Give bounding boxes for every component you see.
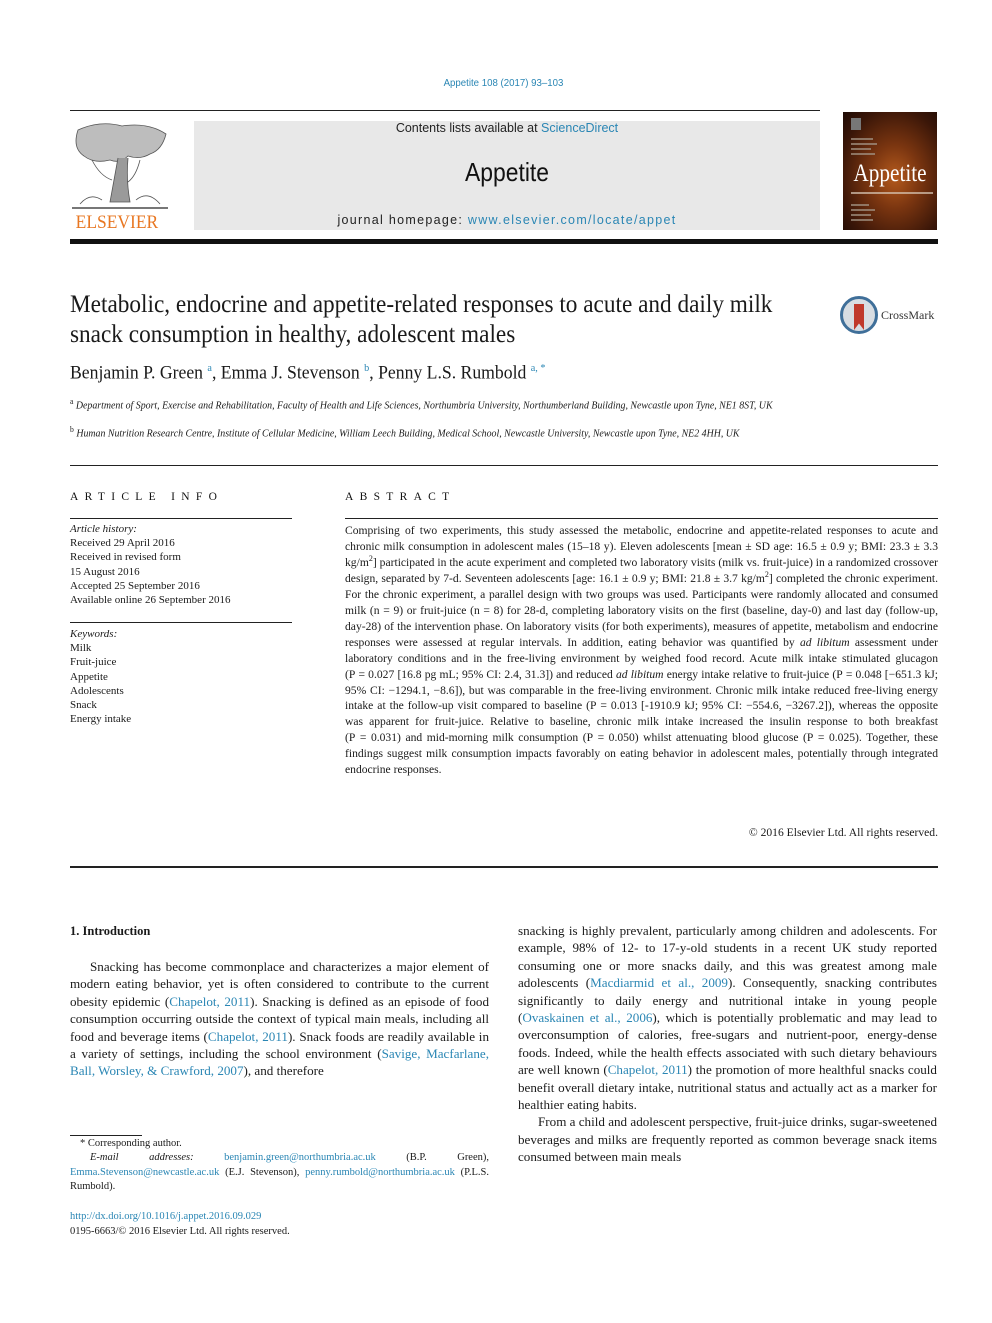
- cover-text-line: [851, 143, 877, 145]
- affiliation-text: Human Nutrition Research Centre, Institu…: [76, 428, 740, 440]
- email-addresses: E-mail addresses: benjamin.green@northum…: [70, 1151, 489, 1194]
- homepage-line: journal homepage: www.elsevier.com/locat…: [194, 213, 820, 227]
- citation-link[interactable]: Ovaskainen et al., 2006: [522, 1010, 652, 1025]
- cover-title: Appetite: [853, 160, 927, 187]
- cover-subtitle-bar: [851, 192, 933, 200]
- affiliation: a Department of Sport, Exercise and Reha…: [70, 395, 800, 413]
- cover-text-line: [851, 209, 875, 211]
- author-name[interactable]: Penny L.S. Rumbold: [378, 362, 526, 383]
- doi-link[interactable]: http://dx.doi.org/10.1016/j.appet.2016.0…: [70, 1211, 261, 1222]
- affiliation-key: a: [70, 397, 74, 406]
- section-rule: [70, 465, 938, 466]
- homepage-prefix: journal homepage:: [337, 213, 468, 227]
- crossmark-icon: [840, 296, 878, 334]
- section-heading-introduction: 1. Introduction: [70, 924, 151, 938]
- affiliation-marker[interactable]: a, *: [531, 362, 546, 374]
- affiliation: b Human Nutrition Research Centre, Insti…: [70, 423, 800, 441]
- email-link[interactable]: penny.rumbold@northumbria.ac.uk: [305, 1167, 455, 1178]
- keyword: Snack: [70, 699, 97, 712]
- corresponding-author-note: * Corresponding author.: [80, 1138, 182, 1149]
- author-name[interactable]: Emma J. Stevenson: [221, 362, 360, 383]
- abstract-emphasis: ad libitum: [615, 667, 664, 681]
- email-link[interactable]: Emma.Stevenson@newcastle.ac.uk: [70, 1167, 219, 1178]
- journal-title: Appetite: [465, 157, 549, 187]
- text-segment: ), and therefore: [243, 1063, 324, 1079]
- citation-link[interactable]: Chapelot, 2011: [608, 1062, 688, 1077]
- history-item: 15 August 2016: [70, 565, 140, 578]
- cover-text-line: [851, 138, 873, 140]
- body-column-left: Snacking has become commonplace and char…: [70, 958, 489, 1080]
- history-label: Article history:: [70, 523, 137, 535]
- journal-homepage-link[interactable]: www.elsevier.com/locate/appet: [468, 213, 677, 227]
- email-link[interactable]: benjamin.green@northumbria.ac.uk: [224, 1152, 376, 1163]
- paragraph: Snacking has become commonplace and char…: [70, 958, 489, 1080]
- cover-text-line: [851, 153, 875, 155]
- keywords-rule: [70, 622, 292, 623]
- article-history: Article history: Received 29 April 2016 …: [70, 522, 292, 607]
- keyword: Energy intake: [70, 713, 132, 726]
- cover-text-line: [851, 204, 869, 206]
- cover-publisher-mark: [851, 118, 861, 130]
- history-item: Available online 26 September 2016: [70, 594, 231, 607]
- article-info-heading: ARTICLE INFO: [70, 491, 224, 503]
- crossmark-button[interactable]: CrossMark: [840, 296, 940, 336]
- abstract-bottom-rule: [70, 866, 938, 868]
- email-owner: (B.P. Green),: [375, 1152, 490, 1164]
- abstract-text: Comprising of two experiments, this stud…: [345, 523, 938, 778]
- paragraph: From a child and adolescent perspective,…: [518, 1114, 937, 1165]
- contents-prefix: Contents lists available at: [395, 121, 542, 135]
- abstract-emphasis: ad libitum: [799, 635, 850, 649]
- sciencedirect-link[interactable]: ScienceDirect: [541, 121, 618, 135]
- history-item: Received 29 April 2016: [70, 537, 175, 550]
- abstract-copyright: © 2016 Elsevier Ltd. All rights reserved…: [748, 826, 938, 839]
- author-name[interactable]: Benjamin P. Green: [70, 362, 203, 383]
- article-title: Metabolic, endocrine and appetite-relate…: [70, 291, 773, 348]
- header-thick-rule: [70, 239, 938, 244]
- bookmark-ribbon-icon: [854, 304, 864, 330]
- abstract-segment: energy intake relative to fruit-juice (P…: [345, 667, 938, 777]
- abstract-rule: [345, 518, 938, 519]
- issn-copyright: 0195-6663/© 2016 Elsevier Ltd. All right…: [70, 1226, 290, 1237]
- cover-text-line: [851, 219, 873, 221]
- journal-cover-image[interactable]: Appetite: [843, 112, 937, 230]
- history-item: Received in revised form: [70, 551, 181, 564]
- affiliation-key: b: [70, 425, 74, 434]
- history-item: Accepted 25 September 2016: [70, 579, 200, 592]
- elsevier-wordmark: ELSEVIER: [75, 212, 159, 233]
- email-label: E-mail addresses:: [90, 1152, 194, 1164]
- keywords: Keywords: Milk Fruit-juice Appetite Adol…: [70, 627, 292, 726]
- journal-masthead: Contents lists available at ScienceDirec…: [194, 121, 820, 230]
- affiliation-text: Department of Sport, Exercise and Rehabi…: [75, 400, 773, 412]
- footnotes: * Corresponding author. E-mail addresses…: [70, 1137, 489, 1194]
- keywords-label: Keywords:: [70, 628, 118, 640]
- article-info-rule: [70, 518, 292, 519]
- keyword: Appetite: [70, 670, 108, 683]
- author-list: Benjamin P. Green a, Emma J. Stevenson b…: [70, 362, 546, 384]
- keyword: Fruit-juice: [70, 656, 117, 669]
- citation-link[interactable]: Chapelot, 2011: [169, 994, 250, 1009]
- crossmark-label: CrossMark: [881, 308, 935, 322]
- body-column-right: snacking is highly prevalent, particular…: [518, 922, 937, 1166]
- affiliation-marker[interactable]: b: [364, 362, 369, 374]
- affiliation-marker[interactable]: a: [207, 362, 212, 374]
- citation-link[interactable]: Chapelot, 2011: [208, 1029, 288, 1044]
- footnote-rule: [70, 1135, 142, 1136]
- cover-text-line: [851, 214, 871, 216]
- keyword: Milk: [70, 642, 92, 655]
- keyword: Adolescents: [70, 684, 124, 697]
- journal-reference-link[interactable]: Appetite 108 (2017) 93–103: [40, 77, 966, 89]
- email-owner: (E.J. Stevenson),: [219, 1166, 306, 1178]
- paragraph: snacking is highly prevalent, particular…: [518, 922, 937, 1113]
- citation-link[interactable]: Macdiarmid et al., 2009: [590, 975, 728, 990]
- abstract-heading: ABSTRACT: [345, 491, 456, 503]
- header-rule: [70, 110, 820, 111]
- contents-line: Contents lists available at ScienceDirec…: [194, 121, 820, 135]
- cover-text-line: [851, 148, 871, 150]
